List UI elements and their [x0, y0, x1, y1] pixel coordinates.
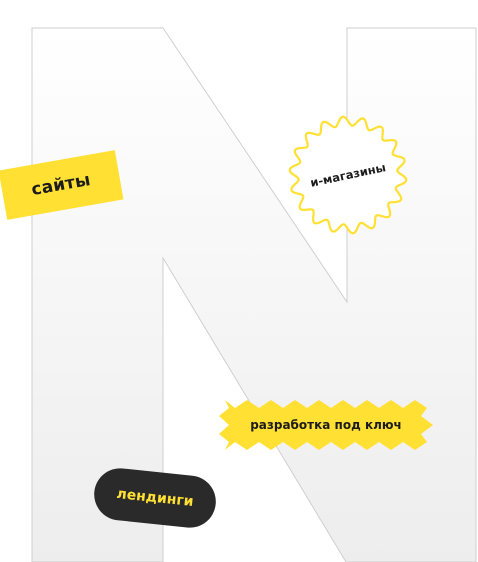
tag-landings-label: лендинги — [115, 486, 195, 510]
tag-sites-label: сайты — [29, 169, 93, 201]
letter-n-graphic — [31, 27, 477, 562]
tag-turnkey-label: разработка под ключ — [250, 418, 402, 432]
tag-turnkey: разработка под ключ — [219, 400, 433, 450]
tag-shops-label: и-магазины — [308, 160, 388, 190]
hero-illustration: сайты и-магазины разработка под ключ лен… — [0, 0, 478, 562]
tag-shops: и-магазины — [273, 100, 422, 249]
